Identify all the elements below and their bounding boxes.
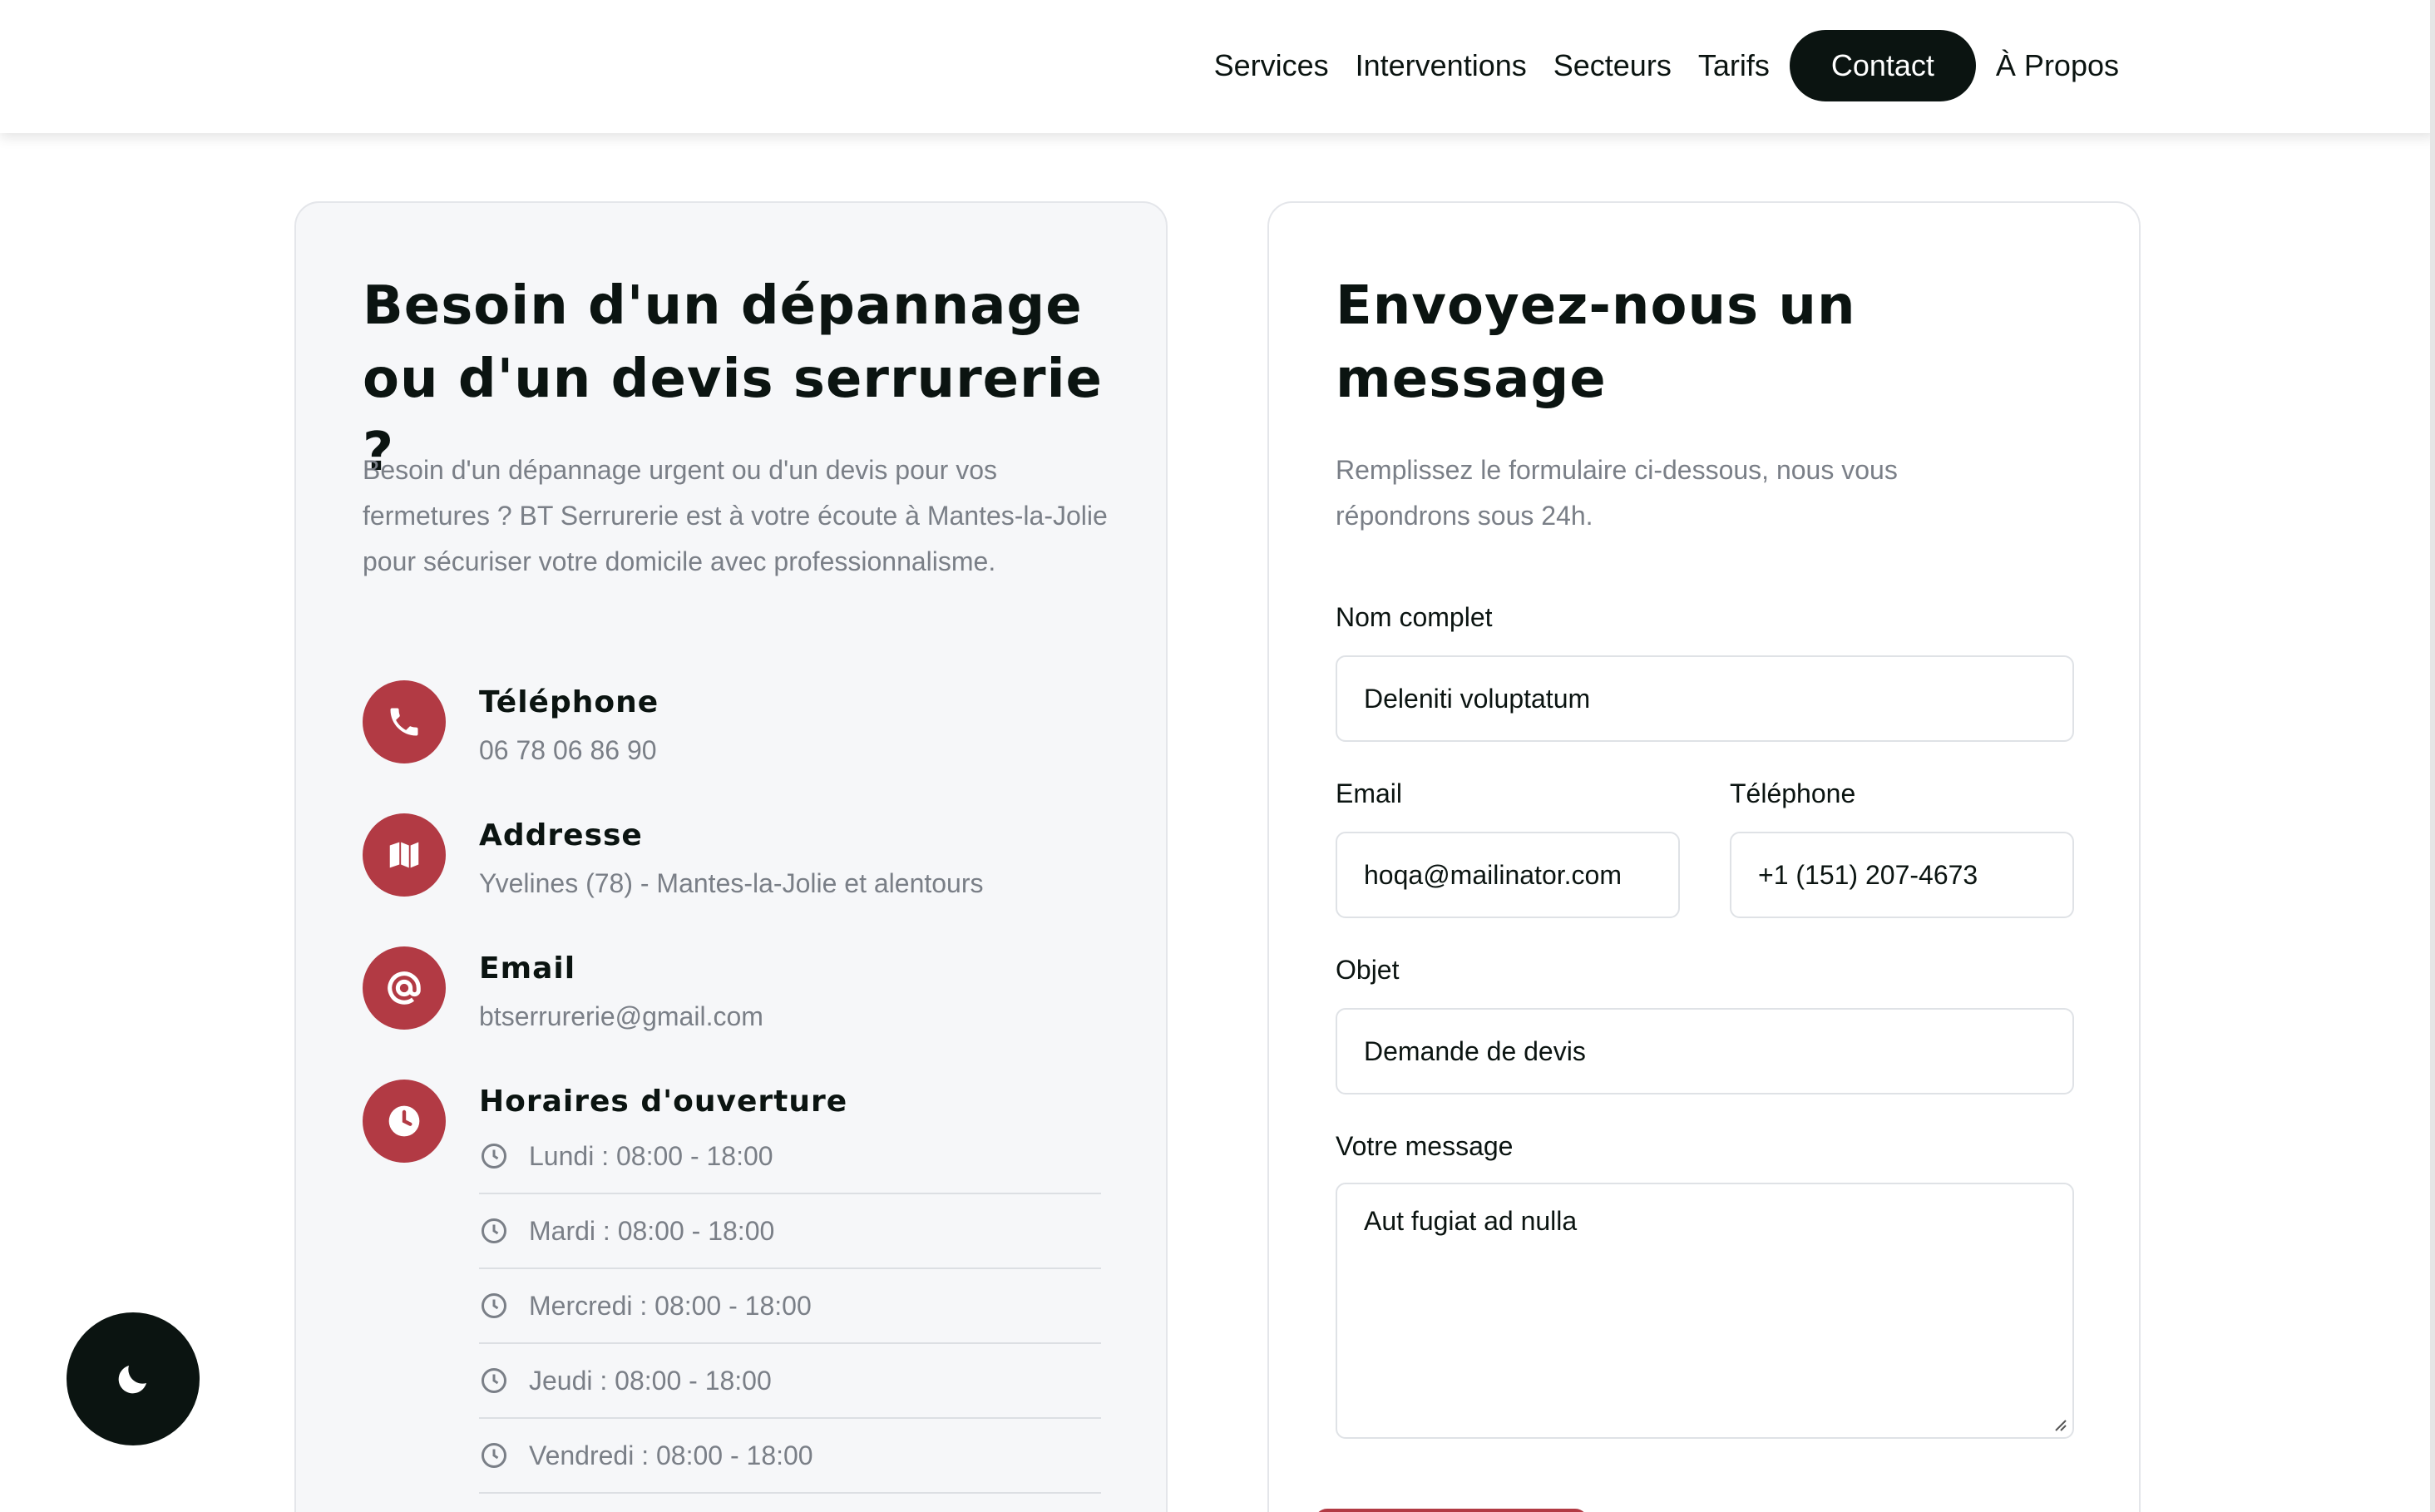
name-label: Nom complet: [1336, 602, 1493, 632]
small-clock-icon: [482, 1368, 506, 1393]
nav-about[interactable]: À Propos: [1983, 30, 2132, 101]
at-icon: [363, 946, 446, 1030]
map-icon: [363, 813, 446, 897]
email-value[interactable]: btserrurerie@gmail.com: [479, 1001, 763, 1032]
message-label: Votre message: [1336, 1131, 1514, 1161]
hours-day: Vendredi : 08:00 - 18:00: [529, 1440, 813, 1470]
nav-secteurs[interactable]: Secteurs: [1540, 30, 1685, 101]
name-input[interactable]: Deleniti voluptatum: [1336, 655, 2074, 742]
message-textarea[interactable]: Aut fugiat ad nulla: [1336, 1183, 2074, 1439]
main-nav: Services Interventions Secteurs Tarifs C…: [1201, 30, 2132, 101]
contact-form-card: Envoyez-nous un message Remplissez le fo…: [1267, 201, 2141, 1512]
hours-day: Mercredi : 08:00 - 18:00: [529, 1290, 812, 1321]
phone-value[interactable]: 06 78 06 86 90: [479, 735, 657, 766]
hours-title: Horaires d'ouverture: [479, 1085, 848, 1119]
submit-button[interactable]: [1314, 1509, 1588, 1512]
small-clock-icon: [482, 1443, 506, 1468]
address-value: Yvelines (78) - Mantes-la-Jolie et alent…: [479, 868, 984, 898]
hours-row: Mercredi : 08:00 - 18:00: [479, 1269, 1101, 1344]
site-header: Services Interventions Secteurs Tarifs C…: [0, 0, 2435, 133]
nav-services[interactable]: Services: [1201, 30, 1342, 101]
small-clock-icon: [482, 1144, 506, 1169]
email-input[interactable]: hoqa@mailinator.com: [1336, 832, 1680, 918]
phone-label: Téléphone: [1730, 778, 1856, 808]
form-heading: Envoyez-nous un message: [1336, 275, 1856, 410]
hours-day: Mardi : 08:00 - 18:00: [529, 1215, 775, 1246]
hours-list: Lundi : 08:00 - 18:00 Mardi : 08:00 - 18…: [479, 1134, 1101, 1509]
nav-tarifs[interactable]: Tarifs: [1685, 30, 1783, 101]
resize-handle-icon[interactable]: [2049, 1414, 2067, 1432]
clock-icon: [363, 1080, 446, 1163]
hours-row: Lundi : 08:00 - 18:00: [479, 1119, 1101, 1194]
hours-day: Jeudi : 08:00 - 18:00: [529, 1365, 772, 1396]
contact-info-card: Besoin d'un dépannage ou d'un devis serr…: [294, 201, 1168, 1512]
nav-interventions[interactable]: Interventions: [1342, 30, 1540, 101]
phone-title: Téléphone: [479, 685, 659, 719]
page-scrollbar[interactable]: [2430, 0, 2435, 1512]
dark-mode-toggle[interactable]: [67, 1312, 200, 1445]
email-title: Email: [479, 951, 576, 986]
moon-icon: [118, 1366, 146, 1394]
small-clock-icon: [482, 1293, 506, 1318]
hours-row: Jeudi : 08:00 - 18:00: [479, 1344, 1101, 1419]
small-clock-icon: [482, 1218, 506, 1243]
email-label: Email: [1336, 778, 1403, 808]
form-intro: Remplissez le formulaire ci-dessous, nou…: [1336, 455, 1898, 531]
nav-contact-button[interactable]: Contact: [1789, 30, 1976, 101]
subject-label: Objet: [1336, 955, 1400, 985]
hours-row: Vendredi : 08:00 - 18:00: [479, 1419, 1101, 1494]
hours-day: Lundi : 08:00 - 18:00: [529, 1140, 773, 1171]
phone-input[interactable]: +1 (151) 207-4673: [1730, 832, 2074, 918]
phone-icon: [363, 680, 446, 763]
subject-input[interactable]: Demande de devis: [1336, 1008, 2074, 1094]
message-text: Aut fugiat ad nulla: [1364, 1206, 1578, 1236]
hours-row: Mardi : 08:00 - 18:00: [479, 1194, 1101, 1269]
address-title: Addresse: [479, 818, 643, 852]
info-intro: Besoin d'un dépannage urgent ou d'un dev…: [363, 455, 1108, 576]
